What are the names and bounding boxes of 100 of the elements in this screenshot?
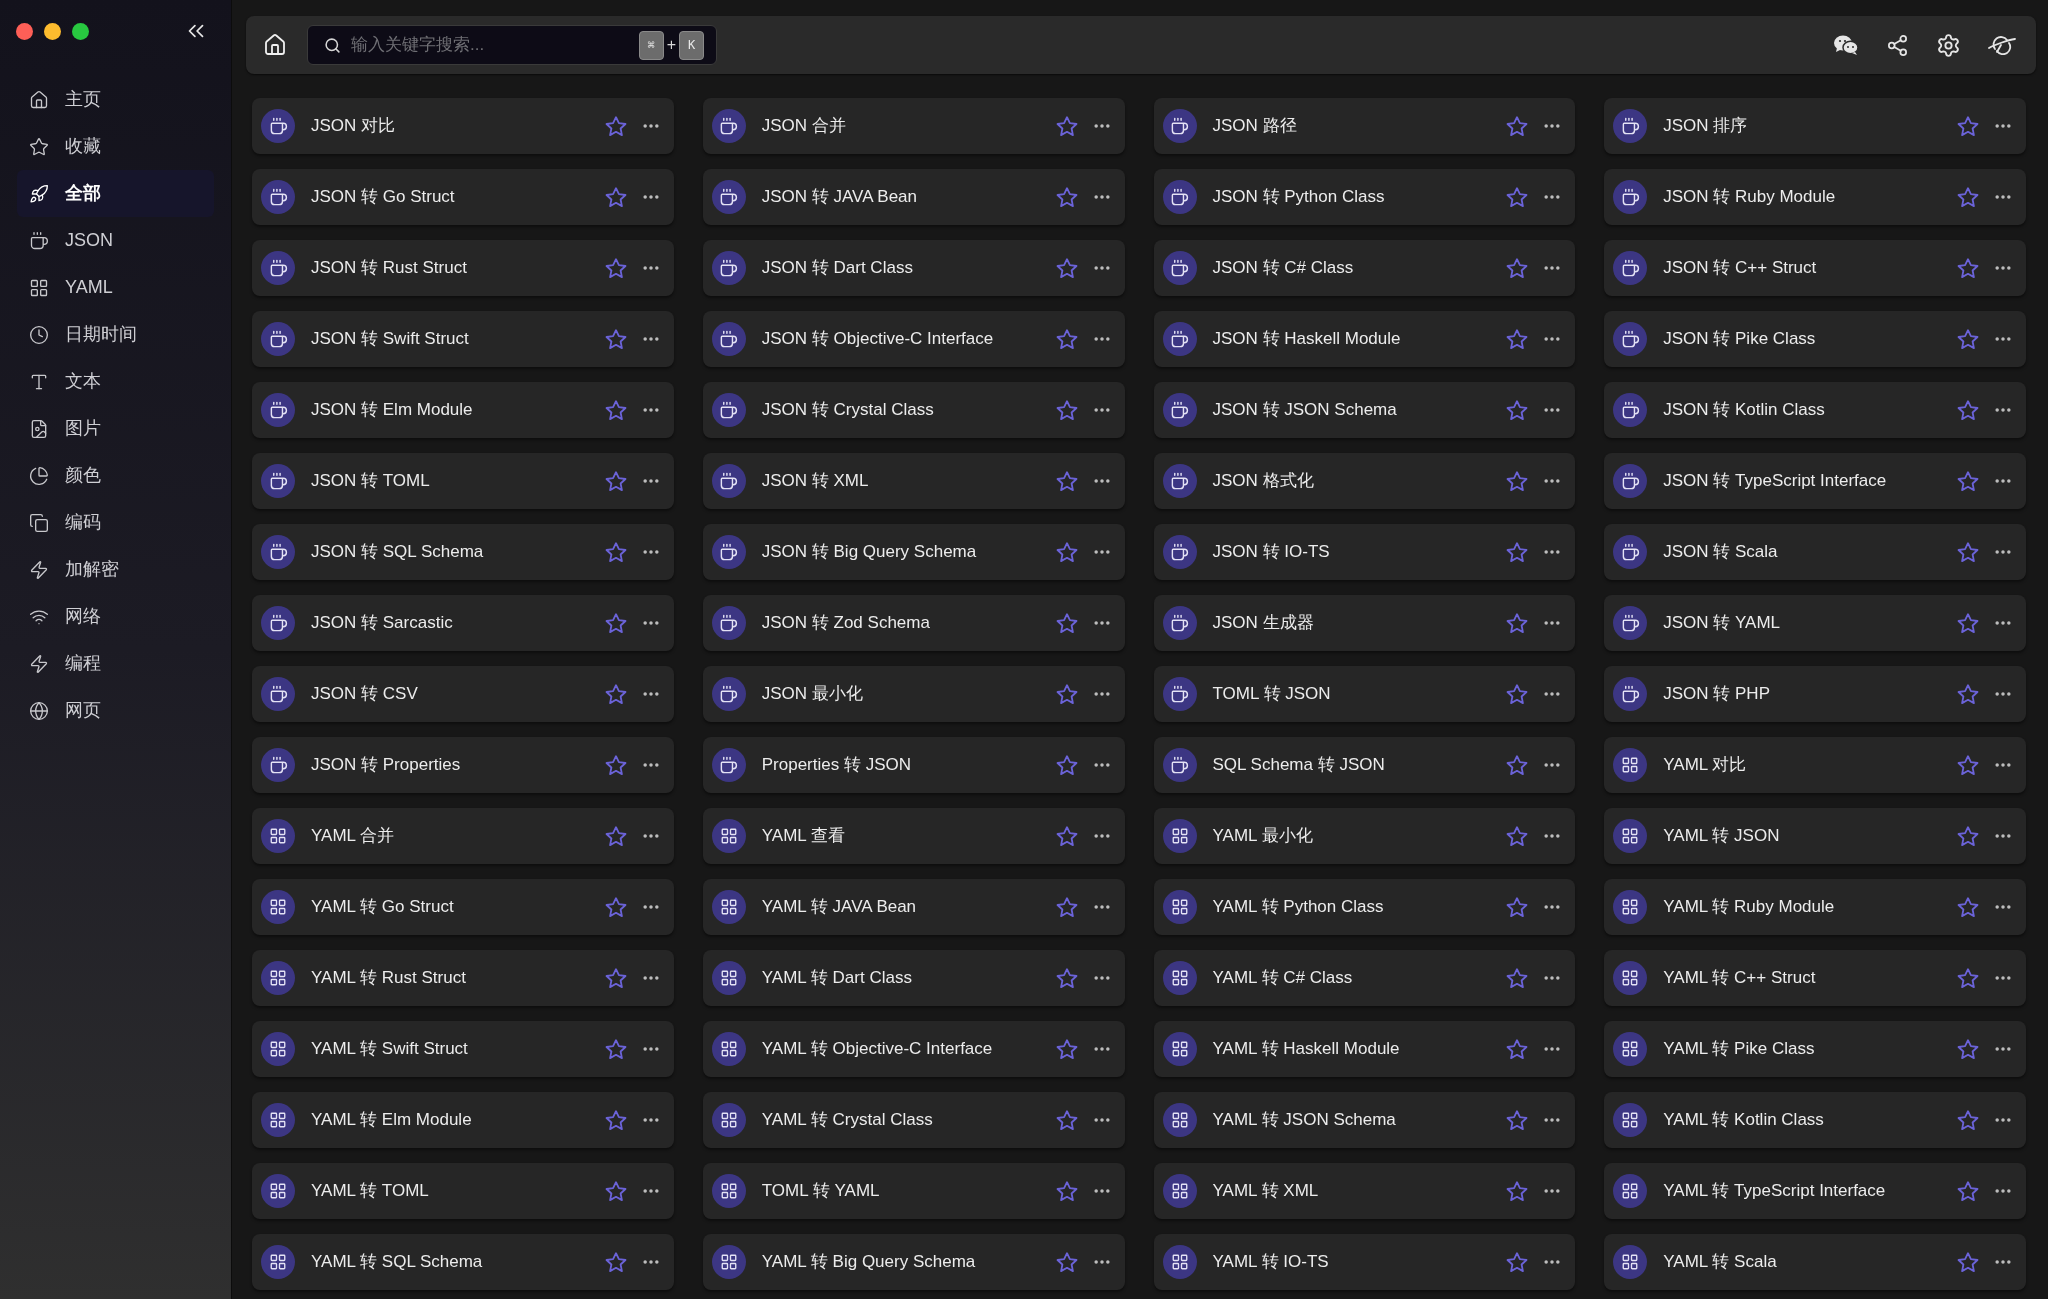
share-icon[interactable]	[1886, 33, 1909, 57]
tool-card[interactable]: JSON 转 CSV	[252, 666, 674, 722]
star-icon[interactable]	[604, 825, 627, 847]
home-icon[interactable]	[263, 33, 287, 57]
tool-card[interactable]: YAML 转 C++ Struct	[1604, 950, 2026, 1006]
sidebar-item[interactable]: 编码	[17, 499, 214, 546]
sidebar-item[interactable]: 编程	[17, 640, 214, 687]
star-icon[interactable]	[604, 328, 627, 350]
tool-card[interactable]: JSON 转 XML	[702, 453, 1125, 509]
tool-card[interactable]: SQL Schema 转 JSON	[1153, 737, 1576, 793]
tool-card[interactable]: JSON 最小化	[702, 666, 1125, 722]
star-icon[interactable]	[1055, 1038, 1078, 1060]
tool-card[interactable]: YAML 转 C# Class	[1153, 950, 1576, 1006]
tool-card[interactable]: TOML 转 JSON	[1153, 666, 1576, 722]
tool-card[interactable]: TOML 转 YAML	[702, 1163, 1125, 1219]
star-icon[interactable]	[1506, 1109, 1529, 1131]
star-icon[interactable]	[604, 896, 627, 918]
tool-card[interactable]: JSON 生成器	[1153, 595, 1576, 651]
tool-card[interactable]: YAML 转 Rust Struct	[252, 950, 674, 1006]
star-icon[interactable]	[1957, 399, 1979, 421]
star-icon[interactable]	[1957, 470, 1979, 492]
star-icon[interactable]	[1506, 541, 1529, 563]
star-icon[interactable]	[1055, 896, 1078, 918]
tool-card[interactable]: YAML 转 Python Class	[1153, 879, 1576, 935]
star-icon[interactable]	[1957, 186, 1979, 208]
star-icon[interactable]	[1506, 683, 1529, 705]
star-icon[interactable]	[1055, 1109, 1078, 1131]
tool-card[interactable]: JSON 转 IO-TS	[1153, 524, 1576, 580]
sidebar-item[interactable]: 加解密	[17, 546, 214, 593]
tool-card[interactable]: YAML 转 Big Query Schema	[702, 1234, 1125, 1290]
tool-card[interactable]: YAML 转 Haskell Module	[1153, 1021, 1576, 1077]
star-icon[interactable]	[1506, 825, 1529, 847]
star-icon[interactable]	[1957, 257, 1979, 279]
star-icon[interactable]	[604, 1251, 627, 1273]
tool-card[interactable]: JSON 转 Go Struct	[252, 169, 674, 225]
tool-card[interactable]: YAML 转 JAVA Bean	[702, 879, 1125, 935]
tool-card[interactable]: JSON 转 Scala	[1604, 524, 2026, 580]
tool-card[interactable]: YAML 转 TypeScript Interface	[1604, 1163, 2026, 1219]
search-input[interactable]: 输入关键字搜索...	[351, 30, 639, 60]
star-icon[interactable]	[1957, 1180, 1979, 1202]
search-field[interactable]: 输入关键字搜索... ⌘ + K	[307, 25, 717, 65]
sidebar-item[interactable]: 网络	[17, 593, 214, 640]
tool-card[interactable]: YAML 转 JSON Schema	[1153, 1092, 1576, 1148]
star-icon[interactable]	[1957, 825, 1979, 847]
star-icon[interactable]	[1055, 186, 1078, 208]
tool-card[interactable]: JSON 转 Properties	[252, 737, 674, 793]
tool-card[interactable]: YAML 转 Pike Class	[1604, 1021, 2026, 1077]
tool-card[interactable]: YAML 转 Elm Module	[252, 1092, 674, 1148]
tool-card[interactable]: JSON 转 Python Class	[1153, 169, 1576, 225]
tool-card[interactable]: YAML 转 SQL Schema	[252, 1234, 674, 1290]
tool-card[interactable]: JSON 转 TypeScript Interface	[1604, 453, 2026, 509]
star-icon[interactable]	[1055, 1180, 1078, 1202]
star-icon[interactable]	[1055, 115, 1078, 137]
tool-card[interactable]: JSON 转 PHP	[1604, 666, 2026, 722]
star-icon[interactable]	[604, 115, 627, 137]
star-icon[interactable]	[1506, 257, 1529, 279]
tool-card[interactable]: JSON 路径	[1153, 98, 1576, 154]
tool-card[interactable]: YAML 转 Crystal Class	[702, 1092, 1125, 1148]
tool-card[interactable]: YAML 转 IO-TS	[1153, 1234, 1576, 1290]
star-icon[interactable]	[604, 1109, 627, 1131]
tool-card[interactable]: JSON 转 Haskell Module	[1153, 311, 1576, 367]
settings-icon[interactable]	[1936, 32, 1961, 58]
planet-icon[interactable]	[1988, 35, 2016, 55]
tool-card[interactable]: JSON 转 SQL Schema	[252, 524, 674, 580]
star-icon[interactable]	[1055, 967, 1078, 989]
sidebar-item[interactable]: 收藏	[17, 123, 214, 170]
star-icon[interactable]	[1957, 896, 1979, 918]
star-icon[interactable]	[1957, 328, 1979, 350]
tool-card[interactable]: JSON 转 Swift Struct	[252, 311, 674, 367]
star-icon[interactable]	[1055, 1251, 1078, 1273]
star-icon[interactable]	[1506, 399, 1529, 421]
star-icon[interactable]	[1957, 115, 1979, 137]
star-icon[interactable]	[1506, 470, 1529, 492]
chat-bubbles-icon[interactable]	[1833, 34, 1859, 56]
star-icon[interactable]	[604, 754, 627, 776]
tool-card[interactable]: JSON 转 YAML	[1604, 595, 2026, 651]
tool-card[interactable]: YAML 转 Kotlin Class	[1604, 1092, 2026, 1148]
star-icon[interactable]	[604, 612, 627, 634]
tool-card[interactable]: JSON 转 Zod Schema	[702, 595, 1125, 651]
tool-card[interactable]: JSON 转 C# Class	[1153, 240, 1576, 296]
star-icon[interactable]	[1506, 1038, 1529, 1060]
star-icon[interactable]	[1957, 1038, 1979, 1060]
sidebar-item[interactable]: YAML	[17, 264, 214, 311]
star-icon[interactable]	[1055, 825, 1078, 847]
star-icon[interactable]	[1957, 967, 1979, 989]
star-icon[interactable]	[1506, 754, 1529, 776]
star-icon[interactable]	[604, 470, 627, 492]
star-icon[interactable]	[1506, 896, 1529, 918]
star-icon[interactable]	[1957, 1251, 1979, 1273]
tool-card[interactable]: JSON 转 Kotlin Class	[1604, 382, 2026, 438]
tool-card[interactable]: YAML 转 Go Struct	[252, 879, 674, 935]
maximize-window-icon[interactable]	[72, 22, 89, 40]
star-icon[interactable]	[1055, 399, 1078, 421]
sidebar-item[interactable]: 主页	[17, 76, 214, 123]
star-icon[interactable]	[604, 1180, 627, 1202]
tool-card[interactable]: YAML 查看	[702, 808, 1125, 864]
sidebar-item[interactable]: 文本	[17, 358, 214, 405]
tool-card[interactable]: JSON 转 JAVA Bean	[702, 169, 1125, 225]
tool-card[interactable]: JSON 转 Dart Class	[702, 240, 1125, 296]
star-icon[interactable]	[1055, 257, 1078, 279]
